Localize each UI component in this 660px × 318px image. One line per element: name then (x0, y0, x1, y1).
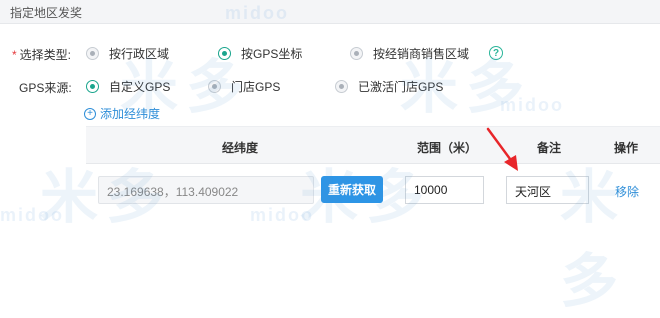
remark-input[interactable]: 天河区 (506, 176, 589, 204)
add-coordinate-link[interactable]: + 添加经纬度 (84, 105, 160, 122)
radio-administrative-region[interactable]: 按行政区域 (86, 45, 169, 62)
radio-indicator[interactable] (350, 47, 363, 60)
radio-gps-coordinate[interactable]: 按GPS坐标 (218, 45, 302, 62)
radio-indicator[interactable] (208, 80, 221, 93)
remove-row-link[interactable]: 移除 (615, 183, 639, 200)
header-range: 范围（米） (417, 141, 478, 155)
plus-circle-icon: + (84, 107, 96, 120)
section-title: 指定地区发奖 (10, 6, 83, 20)
help-icon[interactable]: ? (489, 46, 503, 60)
radio-label: 按经销商销售区域 (373, 47, 470, 61)
radio-label: 自定义GPS (109, 80, 171, 94)
range-input[interactable]: 10000 (405, 176, 484, 204)
radio-indicator[interactable] (86, 47, 99, 60)
select-type-label-text: 选择类型: (19, 48, 72, 62)
required-mark: * (12, 48, 17, 62)
section-header: 指定地区发奖 (0, 0, 660, 24)
watermark-brand-en: midoo (0, 205, 64, 225)
watermark-brand-en: midoo (500, 95, 564, 115)
radio-store-gps[interactable]: 门店GPS (208, 78, 280, 95)
select-type-label: * 选择类型: (12, 46, 71, 63)
radio-label: 按GPS坐标 (241, 47, 303, 61)
radio-custom-gps[interactable]: 自定义GPS (86, 78, 170, 95)
radio-indicator-checked[interactable] (218, 47, 231, 60)
header-remark: 备注 (537, 141, 562, 155)
radio-label: 门店GPS (231, 80, 281, 94)
radio-dealer-sales-region[interactable]: 按经销商销售区域 (350, 45, 469, 62)
header-action: 操作 (614, 141, 639, 155)
radio-label: 已激活门店GPS (358, 80, 444, 94)
radio-indicator[interactable] (335, 80, 348, 93)
table-header: 经纬度 范围（米） 备注 操作 (86, 126, 660, 164)
header-coordinate: 经纬度 (222, 141, 259, 155)
add-coordinate-label: 添加经纬度 (100, 107, 161, 121)
gps-source-label: GPS来源: (19, 81, 72, 95)
radio-indicator-checked[interactable] (86, 80, 99, 93)
refresh-location-button[interactable]: 重新获取 (321, 176, 383, 203)
coordinate-field: 23.169638，113.409022 (98, 176, 314, 204)
radio-activated-store-gps[interactable]: 已激活门店GPS (335, 78, 443, 95)
radio-label: 按行政区域 (109, 47, 170, 61)
